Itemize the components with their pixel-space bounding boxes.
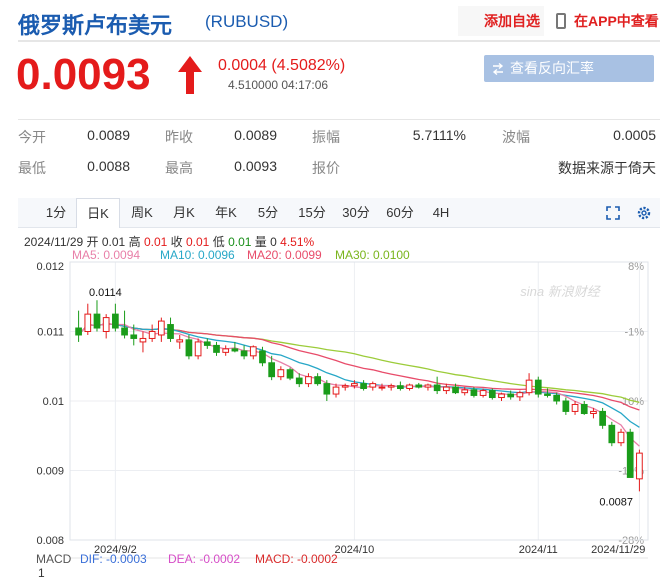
candle-body	[442, 386, 450, 392]
candle-body	[378, 386, 386, 389]
y-tick-label: 0.011	[37, 327, 64, 339]
candle-body	[461, 389, 469, 394]
macd-label: MACD	[36, 552, 72, 566]
candle-body	[194, 341, 202, 357]
candle-body	[351, 383, 358, 387]
candle-body	[323, 383, 331, 395]
candle-body	[157, 320, 165, 336]
candle-body	[203, 341, 211, 346]
max-annotation: 0.0114	[89, 287, 122, 299]
candle-body	[341, 385, 349, 388]
candle-body	[562, 400, 570, 412]
macd-dea: DEA: -0.0002	[168, 552, 241, 566]
candle-body	[185, 339, 193, 357]
candle-body	[498, 393, 505, 399]
candle-body	[479, 390, 487, 396]
candle-body	[516, 392, 524, 398]
candle-body	[130, 334, 138, 339]
candle-body	[360, 383, 367, 389]
candle-body	[249, 346, 257, 357]
candle-body	[452, 386, 459, 394]
candle-body	[525, 379, 533, 394]
ma5-line	[78, 323, 640, 447]
candle-body	[240, 350, 248, 357]
y-pct-label: 8%	[628, 261, 644, 273]
candle-body	[544, 393, 551, 396]
ma10-line	[78, 323, 640, 428]
candle-body	[488, 390, 496, 399]
candle-body	[608, 424, 616, 444]
candle-body	[636, 452, 643, 480]
candle-body	[167, 324, 174, 339]
candle-body	[222, 348, 230, 353]
candle-body	[599, 410, 606, 426]
candle-body	[305, 376, 312, 385]
candlestick-chart[interactable]: 0.0128%0.011-1%0.01-10%0.009-19%0.008-28…	[0, 0, 660, 579]
candle-body	[314, 376, 321, 385]
candle-body	[553, 394, 561, 402]
candle-body	[507, 393, 515, 398]
candle-body	[139, 337, 147, 343]
candle-body	[112, 313, 119, 329]
macd-dif: DIF: -0.0003	[80, 552, 147, 566]
y-tick-label: 0.008	[36, 535, 64, 547]
candle-body	[277, 369, 285, 378]
macd-value: MACD: -0.0002	[255, 552, 338, 566]
y-tick-label: 0.009	[36, 466, 64, 478]
candle-body	[121, 327, 128, 336]
x-tick-label: 2024/10	[335, 544, 375, 556]
sina-watermark: sina 新浪财经	[520, 284, 601, 299]
candle-body	[571, 403, 579, 412]
candle-body	[332, 386, 340, 395]
candle-body	[213, 344, 220, 353]
min-annotation: 0.0087	[599, 496, 633, 508]
candle-body	[415, 384, 423, 388]
candle-body	[626, 431, 634, 478]
candle-body	[433, 384, 441, 392]
candle-body	[397, 385, 404, 389]
candle-body	[268, 362, 276, 378]
x-tick-label: 2024/11/29	[591, 544, 645, 556]
candle-body	[617, 431, 625, 444]
y-tick-label: 0.01	[43, 396, 64, 408]
candle-body	[590, 410, 597, 415]
candle-body	[84, 313, 92, 332]
candle-body	[102, 317, 110, 333]
candle-body	[75, 327, 82, 336]
candle-body	[387, 385, 395, 388]
candle-body	[259, 350, 266, 364]
candle-body	[580, 403, 588, 415]
y-pct-label: -1%	[624, 327, 644, 339]
candle-body	[470, 389, 478, 396]
candle-body	[406, 384, 413, 389]
macd-axis-tick: 1	[38, 566, 45, 579]
candle-body	[295, 377, 303, 385]
candle-body	[424, 384, 432, 388]
x-tick-label: 2024/11	[519, 544, 558, 556]
candle-body	[93, 313, 101, 329]
candle-body	[534, 379, 542, 395]
candle-body	[231, 348, 239, 352]
candle-body	[286, 369, 294, 379]
candle-body	[369, 383, 377, 388]
candle-body	[176, 339, 184, 343]
candle-body	[148, 331, 156, 339]
y-tick-label: 0.012	[36, 261, 64, 273]
